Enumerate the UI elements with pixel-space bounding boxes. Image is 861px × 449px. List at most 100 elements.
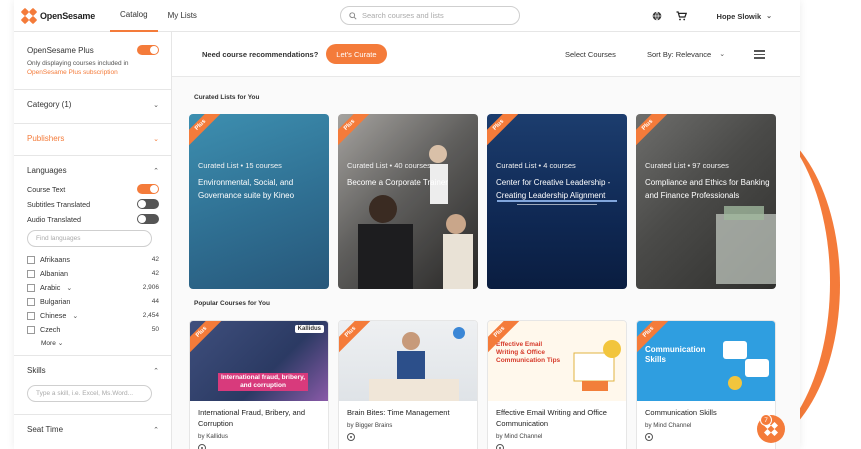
language-checkbox[interactable] [27, 297, 35, 306]
course-type-icon [347, 433, 355, 441]
recommendation-prompt: Need course recommendations? [202, 49, 319, 59]
language-item[interactable]: Czech 50 [27, 325, 159, 334]
language-name: Afrikaans [40, 255, 70, 264]
plus-subscription-link[interactable]: OpenSesame Plus subscription [27, 69, 118, 76]
presenter-image [338, 114, 478, 289]
office-worker-image [369, 327, 465, 401]
skills-filter[interactable]: Skills ⌃ [27, 366, 159, 375]
header-actions: Hope Slowik ⌄ [652, 0, 772, 32]
cart-icon[interactable] [676, 11, 687, 21]
plus-toggle[interactable] [137, 45, 159, 55]
course-text-label: Course Text [27, 184, 66, 194]
course-title[interactable]: Brain Bites: Time Management [347, 407, 469, 418]
curated-list-meta: Curated List • 97 courses [645, 161, 729, 170]
curated-list-card[interactable]: Plus Curated List • 4 courses Center for… [487, 114, 627, 289]
publishers-filter[interactable]: Publishers ⌄ [27, 134, 159, 143]
course-publisher: by Bigger Brains [347, 422, 393, 429]
language-checkbox[interactable] [27, 311, 35, 320]
course-thumbnail: Plus Communication Skills [637, 321, 775, 401]
tab-catalog[interactable]: Catalog [110, 0, 158, 32]
course-type-icon [496, 444, 504, 449]
course-card[interactable]: Plus Effective Email Writing & Office Co… [487, 320, 627, 449]
language-count: 42 [151, 256, 159, 263]
audio-translated-toggle[interactable] [137, 214, 159, 224]
curated-list-card[interactable]: Plus Curated List • 15 courses Environme… [189, 114, 329, 289]
language-checkbox[interactable] [27, 269, 35, 278]
brand-name: OpenSesame [40, 10, 96, 21]
course-type-icon [198, 444, 206, 449]
results-toolbar: Need course recommendations? Let's Curat… [172, 32, 800, 77]
curated-list-meta: Curated List • 40 courses [347, 161, 431, 170]
curated-list-card[interactable]: Plus Curated List • 97 courses Complianc… [636, 114, 776, 289]
course-title[interactable]: Communication Skills [645, 407, 767, 418]
lets-curate-button[interactable]: Let's Curate [326, 44, 387, 64]
thumbnail-caption: Effective Email Writing & Office Communi… [496, 341, 561, 364]
course-card[interactable]: Plus Brain Bites: Time Management by Big… [338, 320, 478, 449]
course-publisher: by Kallidus [198, 433, 228, 440]
select-courses-button[interactable]: Select Courses [565, 50, 616, 59]
globe-icon[interactable] [652, 11, 662, 21]
plus-ribbon: Plus [189, 114, 225, 150]
course-title[interactable]: Effective Email Writing and Office Commu… [496, 407, 618, 429]
course-thumbnail: Plus Kallidus International fraud, bribe… [190, 321, 328, 401]
publisher-logo: Kallidus [294, 325, 324, 333]
language-item[interactable]: Afrikaans 42 [27, 255, 159, 264]
search-bar[interactable] [340, 6, 520, 25]
language-checkbox[interactable] [27, 255, 35, 264]
search-input[interactable] [362, 11, 502, 20]
language-item[interactable]: Bulgarian 44 [27, 297, 159, 306]
tab-my-lists[interactable]: My Lists [158, 0, 207, 32]
language-checkbox[interactable] [27, 283, 35, 292]
chevron-down-icon[interactable]: ⌄ [72, 312, 78, 320]
audio-translated-label: Audio Translated [27, 214, 81, 224]
skills-search-input[interactable] [27, 385, 152, 402]
thumbnail-caption: International fraud, bribery, and corrup… [218, 373, 308, 391]
curated-list-title: Compliance and Ethics for Banking and Fi… [645, 178, 770, 200]
chevron-down-icon: ⌄ [153, 135, 159, 143]
brand-logo[interactable]: OpenSesame [20, 7, 110, 24]
language-name: Arabic [40, 283, 61, 292]
language-count: 42 [151, 270, 159, 277]
curated-list-title: Center for Creative Leadership - Creatin… [496, 178, 611, 200]
subtitles-translated-label: Subtitles Translated [27, 199, 91, 209]
curated-list-title: Environmental, Social, and Governance su… [198, 178, 295, 200]
course-type-icon [645, 433, 653, 441]
course-publisher: by Mind Channel [645, 422, 692, 429]
course-card[interactable]: Plus Communication Skills Communication … [636, 320, 776, 449]
curated-section-title: Curated Lists for You [194, 94, 260, 101]
sort-dropdown[interactable]: Sort By: Relevance ⌄ [647, 50, 725, 59]
plus-note-text: Only displaying courses included in [27, 60, 129, 67]
language-item[interactable]: Arabic ⌄ 2,906 [27, 283, 159, 292]
language-item[interactable]: Chinese ⌄ 2,454 [27, 311, 159, 320]
seat-time-filter[interactable]: Seat Time ⌃ [27, 425, 159, 434]
language-count: 2,454 [142, 312, 159, 319]
language-checkbox[interactable] [27, 325, 35, 334]
chevron-down-icon: ⌄ [766, 13, 772, 20]
course-card[interactable]: Plus Kallidus International fraud, bribe… [189, 320, 329, 449]
publishers-label: Publishers [27, 134, 65, 143]
list-view-icon[interactable] [754, 50, 765, 61]
course-publisher: by Mind Channel [496, 433, 543, 440]
chevron-down-icon[interactable]: ⌄ [66, 284, 72, 292]
language-item[interactable]: Albanian 42 [27, 269, 159, 278]
seat-time-label: Seat Time [27, 425, 64, 434]
language-search-input[interactable] [27, 230, 152, 247]
popular-section-title: Popular Courses for You [194, 300, 270, 307]
more-languages-link[interactable]: More ⌄ [41, 339, 159, 347]
course-text-toggle[interactable] [137, 184, 159, 194]
category-filter[interactable]: Category (1) ⌄ [27, 100, 159, 109]
plus-note: Only displaying courses included in Open… [27, 59, 159, 77]
language-count: 50 [151, 326, 159, 333]
curated-list-card[interactable]: Plus Curated List • 40 courses Become a … [338, 114, 478, 289]
search-icon [349, 11, 357, 20]
plus-filter-label: OpenSesame Plus [27, 45, 94, 55]
subtitles-translated-toggle[interactable] [137, 199, 159, 209]
chevron-up-icon: ⌃ [153, 426, 159, 434]
language-name: Chinese [40, 311, 67, 320]
more-label: More [41, 340, 56, 347]
chevron-down-icon: ⌄ [153, 101, 159, 109]
course-title[interactable]: International Fraud, Bribery, and Corrup… [198, 407, 320, 429]
user-menu[interactable]: Hope Slowik ⌄ [717, 12, 772, 21]
skills-label: Skills [27, 366, 46, 375]
languages-filter[interactable]: Languages ⌃ [27, 166, 159, 175]
